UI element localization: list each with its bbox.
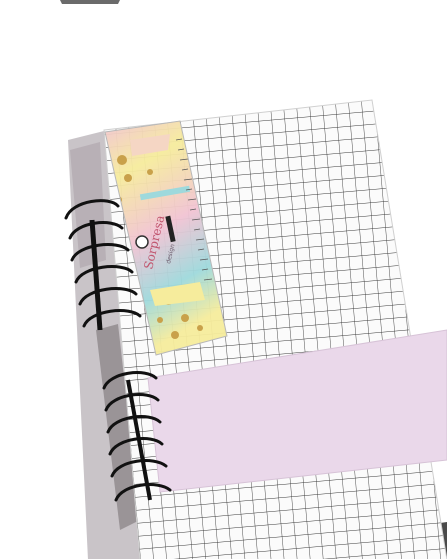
photo-scene: Sorpresa design — [0, 0, 447, 559]
top-shadow — [60, 0, 120, 4]
photo-svg: Sorpresa design — [60, 0, 447, 559]
